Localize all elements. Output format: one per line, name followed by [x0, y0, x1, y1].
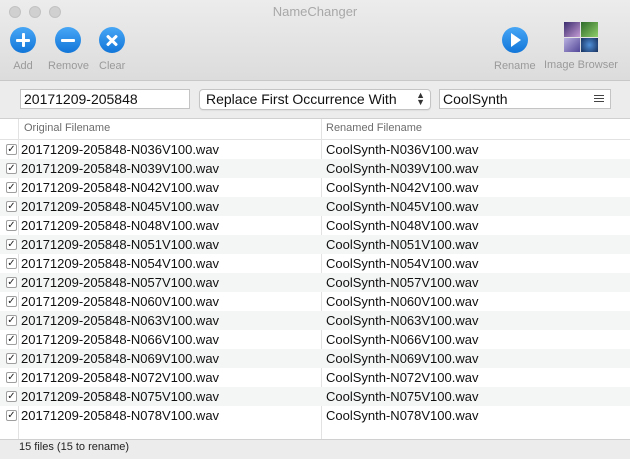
renamed-filename-cell: CoolSynth-N054V100.wav	[326, 256, 479, 271]
row-checkbox[interactable]: ✓	[6, 372, 17, 383]
renamed-filename-cell: CoolSynth-N045V100.wav	[326, 199, 479, 214]
table-row[interactable]: ✓ 20171209-205848-N039V100.wav CoolSynth-N…	[0, 159, 630, 178]
table-row[interactable]: ✓ 20171209-205848-N063V100.wav CoolSynth-N…	[0, 311, 630, 330]
table-header: Original Filename Renamed Filename	[0, 119, 630, 140]
find-field[interactable]: 20171209-205848	[20, 89, 190, 109]
original-filename-cell: 20171209-205848-N078V100.wav	[21, 408, 220, 423]
rename-label: Rename	[494, 60, 536, 72]
table-row[interactable]: ✓ 20171209-205848-N060V100.wav CoolSynth-N…	[0, 292, 630, 311]
original-filename-cell: 20171209-205848-N039V100.wav	[21, 161, 220, 176]
window-title: NameChanger	[272, 4, 358, 19]
remove-button[interactable]: Remove	[48, 27, 89, 72]
original-filename-cell: 20171209-205848-N054V100.wav	[21, 256, 220, 271]
renamed-filename-cell: CoolSynth-N075V100.wav	[326, 389, 479, 404]
renamed-filename-cell: CoolSynth-N066V100.wav	[326, 332, 479, 347]
table-row[interactable]: ✓ 20171209-205848-N078V100.wav CoolSynth-N…	[0, 406, 630, 425]
original-filename-cell: 20171209-205848-N045V100.wav	[21, 199, 220, 214]
row-checkbox[interactable]: ✓	[6, 277, 17, 288]
renamed-filename-cell: CoolSynth-N072V100.wav	[326, 370, 479, 385]
row-checkbox[interactable]: ✓	[6, 296, 17, 307]
table-row[interactable]: ✓ 20171209-205848-N051V100.wav CoolSynth-N…	[0, 235, 630, 254]
renamed-filename-cell: CoolSynth-N036V100.wav	[326, 142, 479, 157]
renamed-filename-cell: CoolSynth-N069V100.wav	[326, 351, 479, 366]
x-circle-icon	[99, 27, 126, 53]
renamed-filename-cell: CoolSynth-N039V100.wav	[326, 161, 479, 176]
table-row[interactable]: ✓ 20171209-205848-N036V100.wav CoolSynth-N…	[0, 140, 630, 159]
original-filename-cell: 20171209-205848-N060V100.wav	[21, 294, 220, 309]
plus-circle-icon	[10, 27, 36, 53]
renamed-filename-cell: CoolSynth-N057V100.wav	[326, 275, 479, 290]
original-filename-cell: 20171209-205848-N036V100.wav	[21, 142, 220, 157]
column-header-original[interactable]: Original Filename	[24, 122, 110, 134]
status-text: 15 files (15 to rename)	[19, 441, 130, 453]
renamed-filename-cell: CoolSynth-N063V100.wav	[326, 313, 479, 328]
row-checkbox[interactable]: ✓	[6, 315, 17, 326]
table-row[interactable]: ✓ 20171209-205848-N075V100.wav CoolSynth-N…	[0, 387, 630, 406]
table-row[interactable]: ✓ 20171209-205848-N069V100.wav CoolSynth-N…	[0, 349, 630, 368]
row-checkbox[interactable]: ✓	[6, 163, 17, 174]
clear-label: Clear	[99, 60, 126, 72]
minus-circle-icon	[55, 27, 82, 53]
row-checkbox[interactable]: ✓	[6, 144, 17, 155]
table-row[interactable]: ✓ 20171209-205848-N042V100.wav CoolSynth-N…	[0, 178, 630, 197]
clear-button[interactable]: Clear	[99, 27, 125, 72]
row-checkbox[interactable]: ✓	[6, 220, 17, 231]
renamed-filename-cell: CoolSynth-N048V100.wav	[326, 218, 479, 233]
play-circle-icon	[501, 27, 528, 53]
row-checkbox[interactable]: ✓	[6, 182, 17, 193]
original-filename-cell: 20171209-205848-N048V100.wav	[21, 218, 220, 233]
row-checkbox[interactable]: ✓	[6, 258, 17, 269]
row-checkbox[interactable]: ✓	[6, 201, 17, 212]
table-row[interactable]: ✓ 20171209-205848-N057V100.wav CoolSynth-N…	[0, 273, 630, 292]
add-button[interactable]: Add	[10, 27, 36, 72]
namechanger-window: NameChanger Add Remove Clear Rename Imag…	[0, 0, 630, 459]
original-filename-cell: 20171209-205848-N057V100.wav	[21, 275, 220, 290]
table-row[interactable]: ✓ 20171209-205848-N048V100.wav CoolSynth-N…	[0, 216, 630, 235]
original-filename-cell: 20171209-205848-N063V100.wav	[21, 313, 220, 328]
original-filename-cell: 20171209-205848-N075V100.wav	[21, 389, 220, 404]
row-checkbox[interactable]: ✓	[6, 410, 17, 421]
rename-mode-popup[interactable]: Replace First Occurrence With ▲ ▼	[199, 89, 431, 110]
table-row[interactable]: ✓ 20171209-205848-N066V100.wav CoolSynth-N…	[0, 330, 630, 349]
original-filename-cell: 20171209-205848-N069V100.wav	[21, 351, 220, 366]
original-filename-cell: 20171209-205848-N066V100.wav	[21, 332, 220, 347]
row-checkbox[interactable]: ✓	[6, 239, 17, 250]
replace-value: CoolSynth	[443, 91, 508, 107]
image-browser-button[interactable]: Image Browser	[544, 22, 618, 71]
table-row[interactable]: ✓ 20171209-205848-N045V100.wav CoolSynth-N…	[0, 197, 630, 216]
chevron-updown-icon: ▲ ▼	[416, 90, 425, 107]
rename-button[interactable]: Rename	[494, 27, 536, 72]
renamed-filename-cell: CoolSynth-N060V100.wav	[326, 294, 479, 309]
table-row[interactable]: ✓ 20171209-205848-N054V100.wav CoolSynth-N…	[0, 254, 630, 273]
photo-grid-icon	[563, 22, 598, 52]
replace-field[interactable]: CoolSynth	[439, 89, 611, 109]
original-filename-cell: 20171209-205848-N051V100.wav	[21, 237, 220, 252]
menu-icon[interactable]	[594, 95, 604, 104]
remove-label: Remove	[48, 60, 89, 72]
file-table: Original Filename Renamed Filename ✓ 2017…	[0, 118, 630, 440]
original-filename-cell: 20171209-205848-N072V100.wav	[21, 370, 220, 385]
title-toolbar: NameChanger Add Remove Clear Rename Imag…	[0, 0, 630, 81]
row-checkbox[interactable]: ✓	[6, 353, 17, 364]
renamed-filename-cell: CoolSynth-N042V100.wav	[326, 180, 479, 195]
rename-mode-value: Replace First Occurrence With	[206, 91, 397, 107]
column-header-renamed[interactable]: Renamed Filename	[326, 122, 422, 134]
original-filename-cell: 20171209-205848-N042V100.wav	[21, 180, 220, 195]
table-row[interactable]: ✓ 20171209-205848-N072V100.wav CoolSynth-N…	[0, 368, 630, 387]
row-checkbox[interactable]: ✓	[6, 391, 17, 402]
add-label: Add	[13, 60, 33, 72]
row-checkbox[interactable]: ✓	[6, 334, 17, 345]
image-browser-label: Image Browser	[544, 59, 618, 71]
renamed-filename-cell: CoolSynth-N078V100.wav	[326, 408, 479, 423]
renamed-filename-cell: CoolSynth-N051V100.wav	[326, 237, 479, 252]
